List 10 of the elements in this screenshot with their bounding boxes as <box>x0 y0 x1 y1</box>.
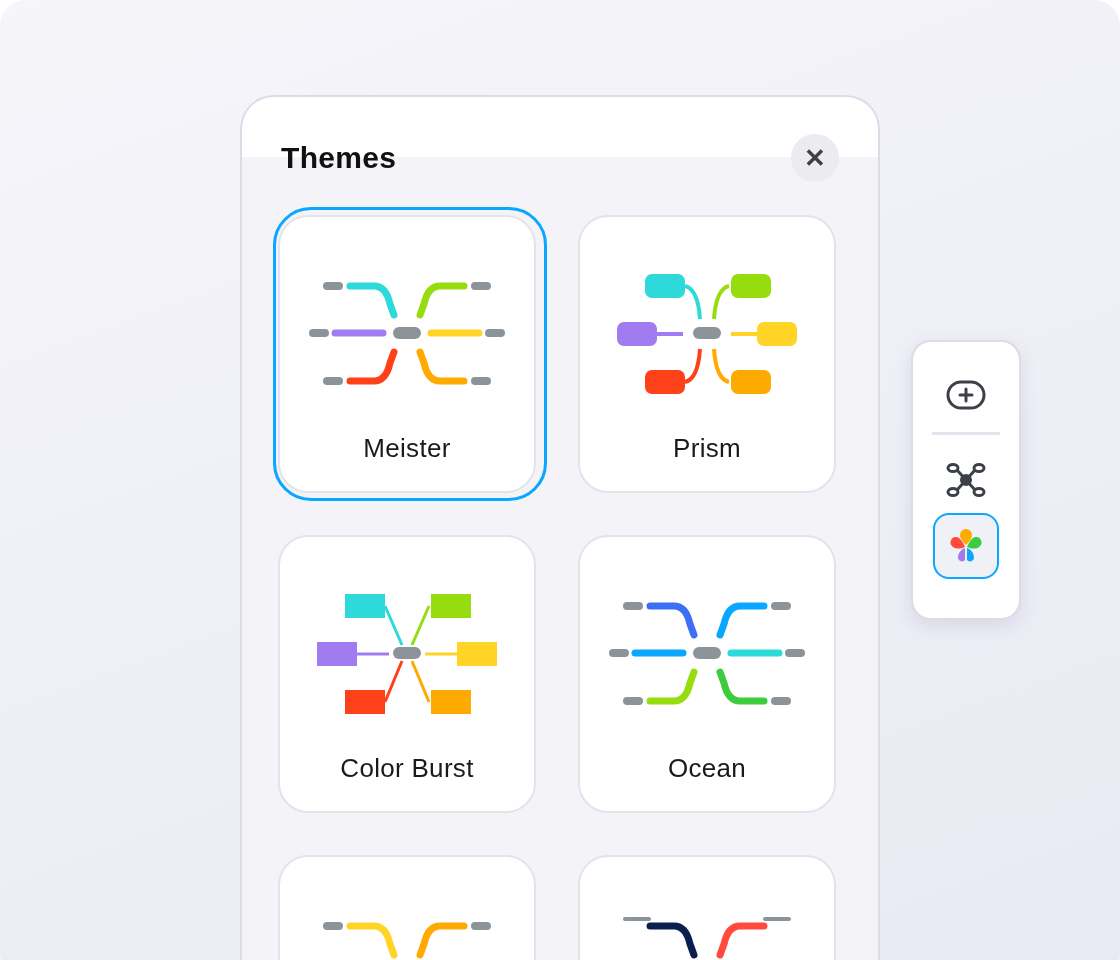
add-node-icon <box>946 380 986 410</box>
flower-palette-icon <box>949 529 983 563</box>
theme-name: Ocean <box>666 753 748 784</box>
close-button[interactable]: ✕ <box>791 134 839 182</box>
theme-card[interactable]: Meister <box>273 207 547 501</box>
theme-name: Prism <box>672 433 742 464</box>
mind-map-icon <box>946 462 986 498</box>
panel-title: Themes <box>281 141 397 175</box>
theme-name: Meister <box>362 433 452 464</box>
theme-name: Color Burst <box>339 753 475 784</box>
